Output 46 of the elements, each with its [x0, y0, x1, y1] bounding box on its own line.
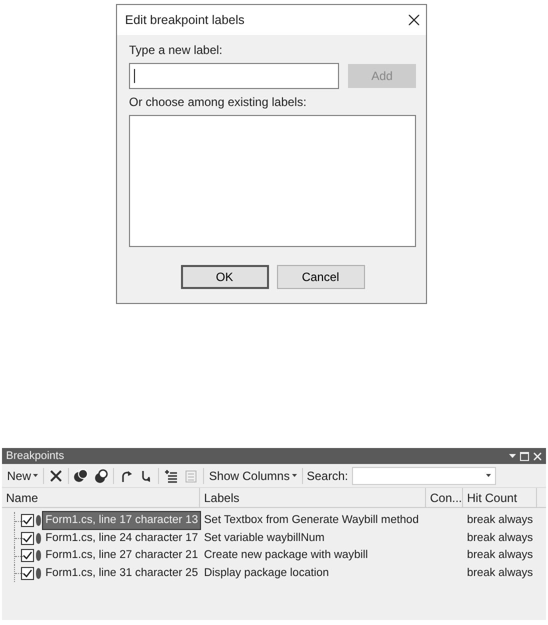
show-columns-button[interactable]: Show Columns: [208, 466, 298, 484]
delete-icon[interactable]: [48, 468, 64, 484]
cancel-button[interactable]: Cancel: [276, 265, 364, 289]
breakpoint-icon: [36, 550, 42, 562]
panel-title: Breakpoints: [6, 448, 64, 464]
checkbox[interactable]: [20, 514, 34, 528]
dropdown-icon[interactable]: [509, 454, 516, 458]
caret-icon[interactable]: [486, 474, 492, 478]
label-cell-text: Set variable waybillNum: [203, 530, 326, 546]
labels-list[interactable]: [129, 115, 416, 247]
caret-icon[interactable]: [33, 474, 38, 478]
field-caption: Type a new label:: [129, 42, 224, 59]
breakpoint-name[interactable]: Form1.cs, line 31 character 25: [43, 564, 200, 582]
ok-button[interactable]: OK: [180, 265, 268, 289]
breakpoint-name[interactable]: Form1.cs, line 24 character 17: [43, 530, 200, 547]
checkbox[interactable]: [20, 532, 34, 545]
hit-count-cell-text: break always: [466, 513, 534, 528]
list-caption: Or choose among existing labels:: [129, 94, 308, 111]
hit-count-cell-text: break always: [466, 548, 534, 564]
label-cell-text: Create new package with waybill: [203, 548, 369, 564]
checkbox[interactable]: [20, 549, 34, 562]
label-cell-text: Display package location: [203, 566, 330, 581]
checkbox[interactable]: [20, 566, 34, 580]
breakpoint-name[interactable]: Form1.cs, line 17 character 13: [43, 512, 200, 530]
dialog-title: Edit breakpoint labels: [125, 12, 245, 29]
breakpoint-toggle-icon[interactable]: [93, 468, 110, 484]
hit-count-cell-text: break always: [466, 566, 534, 581]
breakpoint-icon: [36, 568, 42, 579]
label-input-field[interactable]: [129, 63, 339, 89]
import-list-icon[interactable]: [163, 468, 180, 484]
search-field[interactable]: [352, 466, 496, 484]
breakpoint-icon: [36, 515, 42, 526]
hit-count-cell-text: break always: [466, 530, 534, 546]
column-header[interactable]: Hit Count: [463, 488, 537, 507]
column-header[interactable]: Name: [2, 488, 200, 507]
breakpoints-icon[interactable]: [73, 468, 90, 484]
search-label: Search:: [306, 468, 348, 484]
label-cell-text: Set Textbox from Generate Waybill method: [203, 513, 420, 528]
breakpoint-icon: [36, 532, 42, 544]
caret-icon[interactable]: [292, 474, 297, 478]
maximize-icon[interactable]: [520, 452, 529, 460]
new-button[interactable]: New: [6, 466, 40, 484]
breakpoint-name[interactable]: Form1.cs, line 27 character 21: [43, 547, 200, 564]
close-icon[interactable]: [408, 14, 420, 26]
column-header[interactable]: Con...: [426, 488, 463, 507]
column-header[interactable]: Labels: [200, 488, 426, 507]
